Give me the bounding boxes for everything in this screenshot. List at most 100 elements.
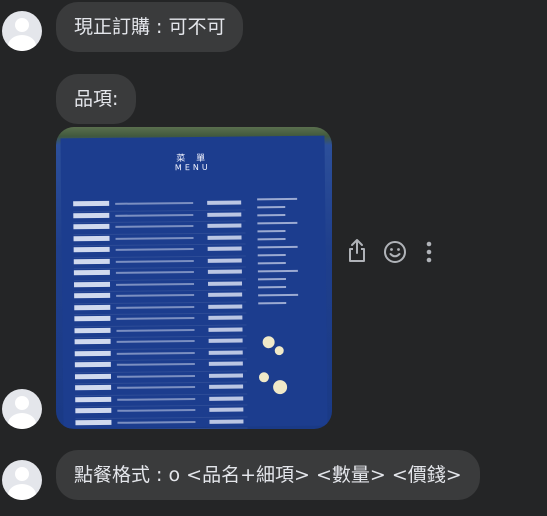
menu-text-blur: [74, 327, 111, 333]
menu-side-line: [257, 245, 298, 249]
menu-side-line: [257, 221, 298, 225]
menu-side-line: [257, 262, 286, 265]
avatar-head: [15, 18, 29, 32]
menu-side-line: [257, 254, 286, 257]
menu-text-blur: [74, 338, 111, 345]
flower-decoration: [273, 380, 288, 395]
menu-text-blur: [208, 338, 243, 343]
menu-side-line: [258, 286, 287, 289]
menu-text-blur: [73, 212, 110, 218]
message-bubble[interactable]: 現正訂購 : 可不可: [56, 2, 244, 52]
menu-text-blur: [208, 361, 243, 366]
avatar[interactable]: [2, 11, 42, 51]
menu-text-blur: [73, 269, 110, 276]
menu-text-blur: [115, 202, 194, 205]
menu-text-blur: [74, 292, 111, 299]
flower-decoration: [262, 336, 275, 349]
menu-text-blur: [207, 212, 242, 217]
menu-text-blur: [73, 258, 110, 264]
menu-text-blur: [208, 292, 243, 297]
avatar-body: [8, 413, 36, 429]
menu-text-blur: [208, 315, 243, 320]
flower-decoration: [258, 372, 270, 383]
menu-text-blur: [208, 326, 243, 332]
menu-side-line: [257, 238, 286, 241]
menu-side-line: [257, 206, 286, 209]
menu-side-line: [257, 278, 286, 281]
menu-subtitle: MENU: [174, 162, 211, 173]
menu-text-blur: [115, 271, 194, 274]
message-text: 點餐格式 : o <品名+細項> <數量> <價錢>: [74, 464, 462, 486]
menu-text-blur: [208, 303, 243, 309]
menu-text-blur: [73, 200, 110, 207]
menu-text-blur: [209, 384, 244, 389]
menu-text-blur: [73, 281, 111, 287]
menu-text-blur: [116, 293, 195, 297]
menu-text-blur: [115, 259, 194, 263]
menu-text-blur: [74, 373, 112, 379]
menu-text-blur: [117, 397, 196, 401]
menu-text-blur: [74, 361, 111, 368]
photo-attachment[interactable]: 菜 單 MENU: [56, 127, 332, 429]
menu-text-blur: [115, 213, 194, 217]
menu-text-blur: [116, 282, 195, 286]
menu-text-blur: [73, 246, 110, 253]
menu-text-blur: [207, 246, 242, 251]
menu-text-blur: [75, 396, 112, 402]
menu-text-blur: [209, 407, 244, 412]
menu-text-blur: [208, 349, 243, 355]
menu-text-blur: [74, 315, 111, 322]
avatar-body: [8, 35, 36, 51]
menu-text-blur: [117, 408, 196, 412]
menu-text-blur: [116, 328, 195, 332]
menu-side-line: [258, 302, 287, 305]
menu-text-blur: [116, 362, 195, 366]
menu-side-line: [257, 230, 286, 233]
menu-text-blur: [74, 350, 111, 356]
menu-text-blur: [115, 225, 194, 228]
menu-text-blur: [207, 280, 243, 286]
menu-text-blur: [75, 407, 112, 414]
menu-side-line: [257, 197, 298, 201]
share-icon[interactable]: [346, 238, 368, 268]
menu-text-blur: [207, 200, 242, 205]
menu-text-blur: [207, 223, 242, 228]
menu-side-panel: [257, 197, 304, 310]
more-icon[interactable]: [425, 241, 433, 267]
menu-text-blur: [115, 248, 194, 251]
menu-text-blur: [75, 384, 112, 391]
menu-text-blur: [116, 305, 195, 309]
menu-text-blur: [209, 395, 244, 401]
menu-rows: [73, 198, 248, 429]
menu-text-blur: [208, 372, 243, 378]
message-text: 現正訂購 : 可不可: [74, 16, 226, 38]
menu-text-blur: [74, 304, 111, 310]
menu-text-blur: [73, 223, 110, 230]
message-bubble[interactable]: 品項:: [56, 74, 137, 124]
menu-text-blur: [116, 339, 195, 343]
menu-text-blur: [116, 374, 195, 378]
menu-text-blur: [207, 234, 242, 240]
menu-side-line: [257, 214, 286, 217]
avatar[interactable]: [2, 389, 42, 429]
menu-row-image: [75, 416, 248, 429]
message-bubble[interactable]: 點餐格式 : o <品名+細項> <數量> <價錢>: [56, 450, 480, 500]
smiley-icon[interactable]: [383, 240, 407, 268]
message-text: 品項:: [74, 88, 119, 110]
menu-text-blur: [207, 269, 242, 274]
avatar-head: [15, 467, 29, 481]
menu-board-image: 菜 單 MENU: [60, 135, 328, 429]
menu-text-blur: [73, 235, 110, 241]
menu-text-blur: [115, 236, 194, 240]
flower-decoration: [274, 346, 284, 356]
menu-side-line: [257, 269, 298, 273]
avatar-body: [8, 484, 36, 500]
menu-side-line: [258, 293, 299, 297]
avatar-head: [15, 396, 29, 410]
menu-text-blur: [207, 257, 242, 263]
menu-text-blur: [116, 351, 195, 355]
menu-text-blur: [117, 385, 196, 389]
menu-text-blur: [117, 420, 196, 424]
avatar[interactable]: [2, 460, 42, 500]
menu-text-blur: [116, 316, 195, 320]
